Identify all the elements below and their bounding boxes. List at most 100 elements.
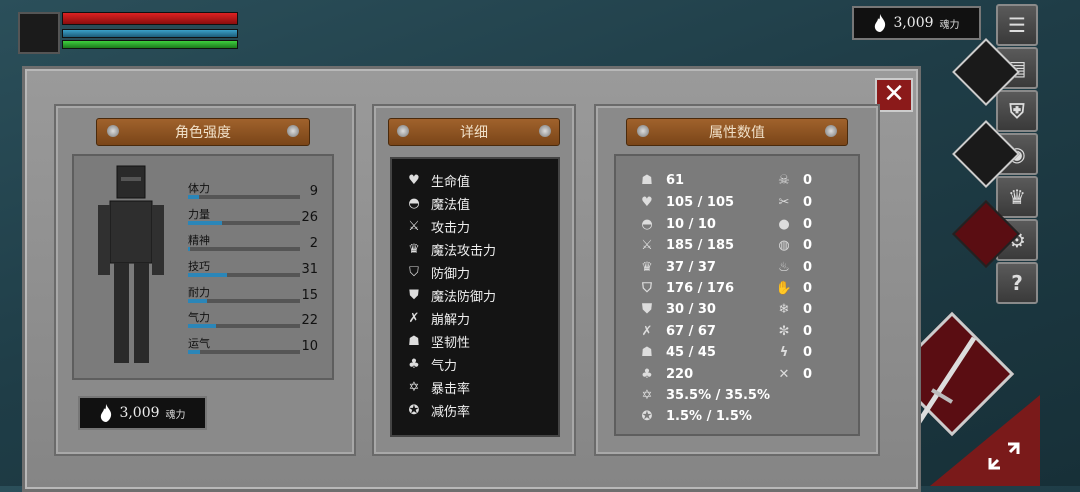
flame-icon <box>101 404 112 422</box>
blood-icon: ● <box>778 216 790 232</box>
detail-item[interactable]: ♥ 生命值 <box>405 169 470 192</box>
stat-value: 26 <box>301 210 318 225</box>
detail-item[interactable]: ☗ 坚韧性 <box>405 330 470 353</box>
badge-icon: ✪ <box>641 408 653 424</box>
sword-icon: ⚔ <box>641 237 653 253</box>
magic-shield-icon: ⛊ <box>642 301 652 317</box>
crown-button[interactable]: ♛ <box>996 176 1038 218</box>
break-icon: ✗ <box>408 311 420 326</box>
attr-value: 0 <box>803 366 813 382</box>
stat-bar <box>188 273 300 277</box>
close-button[interactable]: ✕ <box>875 78 913 112</box>
attr-value: 0 <box>803 344 813 360</box>
attr-value: 105 / 105 <box>666 194 735 210</box>
attr-left-row: ⛊ 30 / 30 <box>638 298 716 320</box>
stat-bar-fill <box>188 299 208 303</box>
lightning-icon: ϟ <box>779 344 789 360</box>
attr-right-row: ✼ 0 <box>775 320 813 342</box>
menu-button[interactable]: ☰ <box>996 4 1038 46</box>
skull-icon: ☠ <box>778 172 790 188</box>
detail-title-plank: 详细 <box>388 118 560 146</box>
attr-right-row: ϟ0 <box>775 341 812 363</box>
stat-value: 31 <box>301 262 318 277</box>
attr-value: 185 / 185 <box>666 237 735 253</box>
detail-item[interactable]: ⛊ 魔法防御力 <box>405 284 496 307</box>
character-model <box>98 165 164 363</box>
level-icon: ☗ <box>641 172 653 188</box>
help-button[interactable]: ? <box>996 262 1038 304</box>
attr-right-row: ✕ 0 <box>775 363 813 385</box>
stat-label: 精神 <box>188 234 210 247</box>
attr-right-row: ❄ 0 <box>775 298 813 320</box>
detail-item[interactable]: ✡ 暴击率 <box>405 376 470 399</box>
attr-value: 0 <box>803 301 813 317</box>
frost2-icon: ✼ <box>778 323 790 339</box>
attr-right-row: ♨ 0 <box>775 256 812 278</box>
stat-bar-fill <box>188 350 201 354</box>
soul-currency-top: 3,009 魂力 <box>852 6 981 40</box>
attr-right-row: ☠ 0 <box>775 169 812 191</box>
armor-icon: ⛨ <box>1009 99 1025 123</box>
close-icon: ✕ <box>883 79 905 109</box>
stat-bar-fill <box>188 273 228 277</box>
stat-label: 技巧 <box>188 260 210 273</box>
attr-value: 10 / 10 <box>666 216 716 232</box>
rivet-icon <box>539 125 551 137</box>
attr-right-row: ◍ 0 <box>775 234 812 256</box>
strength-title: 角色强度 <box>175 125 231 141</box>
helmet-icon: ☗ <box>408 334 420 349</box>
detail-item[interactable]: ⛉ 防御力 <box>405 261 470 284</box>
stamina-bar <box>62 40 238 49</box>
detail-label: 攻击力 <box>431 221 471 236</box>
break-icon: ✗ <box>641 323 653 339</box>
attr-left-row: ◓ 10 / 10 <box>638 213 716 235</box>
helmet-icon: ☗ <box>641 344 653 360</box>
detail-item[interactable]: ♛ 魔法攻击力 <box>405 238 496 261</box>
attr-value: 220 <box>666 366 694 382</box>
detail-item[interactable]: ⚔ 攻击力 <box>405 215 470 238</box>
poison-icon: ◍ <box>778 237 790 253</box>
strength-title-plank: 角色强度 <box>96 118 310 146</box>
stat-bar <box>188 195 300 199</box>
needle-icon: ✕ <box>778 366 790 382</box>
detail-item[interactable]: ♣ 气力 <box>405 353 457 376</box>
stat-endurance: 耐力 15 <box>188 284 328 310</box>
detail-label: 防御力 <box>431 267 471 282</box>
stat-strength: 力量 26 <box>188 206 328 232</box>
detail-item[interactable]: ✪ 减伤率 <box>405 399 470 422</box>
stat-bar-fill <box>188 324 216 328</box>
armor-button[interactable]: ⛨ <box>996 90 1038 132</box>
attr-value: 30 / 30 <box>666 301 716 317</box>
detail-title: 详细 <box>460 125 488 141</box>
stat-bar-fill <box>188 195 200 199</box>
stat-spirit: 精神 2 <box>188 232 328 258</box>
attr-value: 0 <box>803 216 813 232</box>
attr-value: 67 / 67 <box>666 323 716 339</box>
resize-icon[interactable] <box>984 436 1024 476</box>
lungs-icon: ♣ <box>641 366 653 382</box>
heart-icon: ♥ <box>408 173 420 188</box>
stat-value: 2 <box>309 236 318 251</box>
attr-left-row: ✗ 67 / 67 <box>638 320 716 342</box>
shield-icon: ⛉ <box>642 280 652 296</box>
brain-icon: ◓ <box>408 196 420 211</box>
stat-label: 体力 <box>188 182 210 195</box>
detail-label: 魔法攻击力 <box>431 244 497 259</box>
attr-title-plank: 属性数值 <box>626 118 848 146</box>
attr-value: 1.5% / 1.5% <box>666 408 752 424</box>
detail-label: 生命值 <box>431 175 471 190</box>
stat-bar <box>188 324 300 328</box>
attr-left-row: ♣ 220 <box>638 363 693 385</box>
attr-left-row: ✪ 1.5% / 1.5% <box>638 405 752 427</box>
stat-vitality: 体力 9 <box>188 180 328 206</box>
detail-item[interactable]: ✗ 崩解力 <box>405 307 470 330</box>
frost-icon: ❄ <box>778 301 790 317</box>
attr-value: 0 <box>803 194 813 210</box>
heart-icon: ♥ <box>641 194 653 210</box>
attr-value: 37 / 37 <box>666 259 716 275</box>
attr-value: 61 <box>666 172 685 188</box>
detail-item[interactable]: ◓ 魔法值 <box>405 192 470 215</box>
attr-value: 0 <box>803 259 813 275</box>
attr-left-row: ⚔ 185 / 185 <box>638 234 734 256</box>
attr-right-row: ● 0 <box>775 213 812 235</box>
